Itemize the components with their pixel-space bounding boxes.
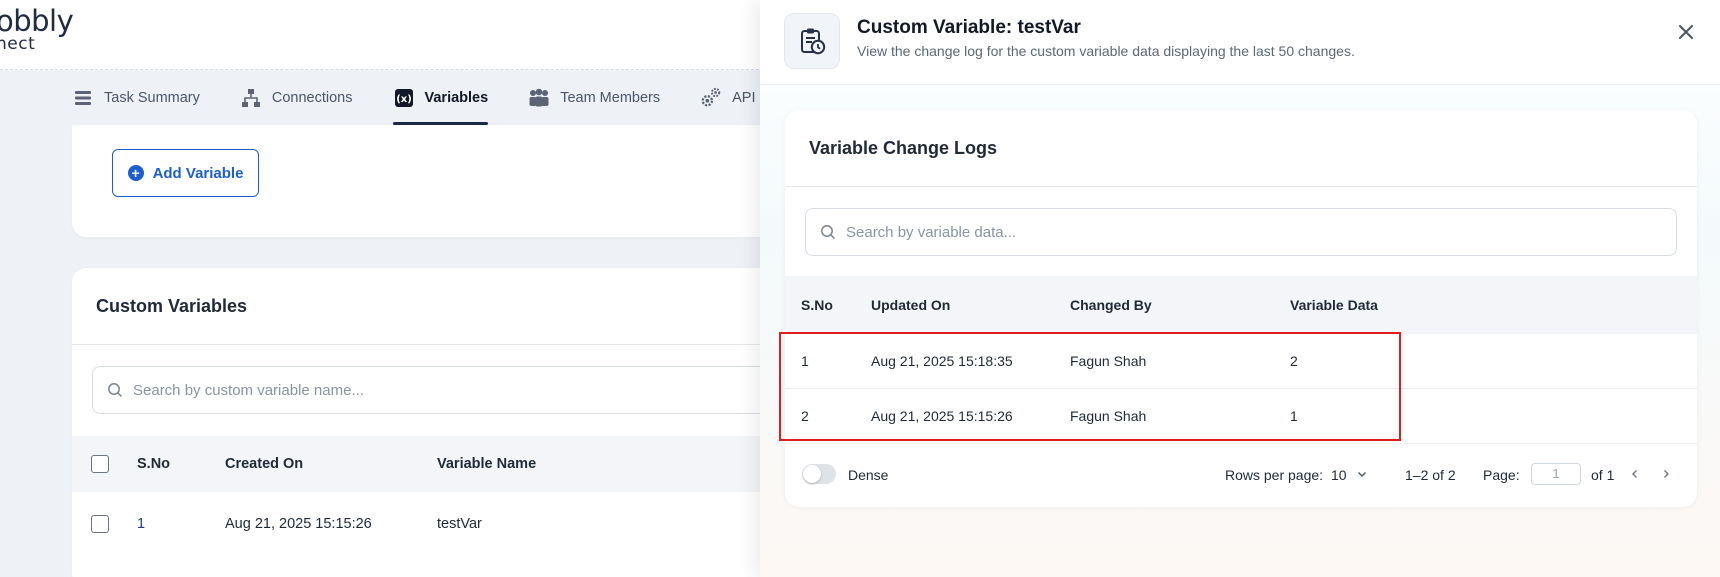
divider [785,186,1697,187]
column-header-sno: S.No [137,456,171,472]
custom-variables-card: Custom Variables Search by custom variab… [72,268,832,577]
pagination-range: 1–2 of 2 [1405,466,1456,483]
list-icon [72,87,94,109]
row-sno: 1 [137,516,146,532]
svg-text:(x): (x) [396,94,412,105]
team-icon [528,87,550,109]
change-log-drawer: Custom Variable: testVar View the change… [760,0,1720,577]
tab-label: Connections [271,89,353,106]
row-checkbox[interactable] [91,515,109,533]
tab-team-members[interactable]: Team Members [528,70,660,125]
tab-bar: Task Summary Connections (x) Variables T… [72,70,772,125]
chevron-left-icon[interactable] [1625,464,1645,484]
plus-circle-icon: + [127,165,144,181]
search-icon [821,225,836,240]
logo-line-1: obbly [0,4,74,38]
toggle-knob [803,465,821,483]
custom-variables-title: Custom Variables [96,296,248,316]
row-created-on: Aug 21, 2025 15:15:26 [225,516,372,532]
rows-per-page-select[interactable]: 10 [1331,467,1368,483]
select-all-checkbox[interactable] [91,455,109,473]
network-icon [240,87,262,109]
table-header: S.No Updated On Changed By Variable Data [785,276,1697,334]
tab-connections[interactable]: Connections [240,70,353,125]
chevron-down-icon [1358,471,1367,477]
row-variable-name[interactable]: testVar [437,516,482,532]
page-number-input[interactable]: 1 [1531,463,1581,485]
add-variable-button[interactable]: + Add Variable [112,149,259,197]
tab-label: API [732,89,756,106]
app-logo[interactable]: obbly nect [0,4,74,55]
tab-task-summary[interactable]: Task Summary [72,70,200,125]
highlight-box [779,332,1401,441]
rows-per-page-label: Rows per page: [1225,466,1324,483]
search-placeholder: Search by custom variable name... [133,381,364,399]
chevron-right-icon[interactable] [1656,464,1676,484]
tab-variables[interactable]: (x) Variables [392,70,489,125]
dense-toggle[interactable] [802,464,836,484]
page-label: Page: [1483,466,1520,483]
rows-per-page-value: 10 [1331,466,1347,483]
table-row[interactable]: 1 Aug 21, 2025 15:15:26 testVar [72,492,832,556]
search-icon [108,383,123,398]
logo-line-2: nect [0,34,36,55]
variable-icon: (x) [393,87,415,109]
tab-label: Team Members [560,89,661,106]
column-header-variable-data: Variable Data [1290,297,1378,313]
tab-api[interactable]: API [700,70,755,125]
close-icon[interactable] [1674,20,1698,44]
drawer-title: Custom Variable: testVar [857,17,1081,38]
dense-label: Dense [848,466,889,483]
column-header-created-on: Created On [225,456,304,472]
column-header-updated-on: Updated On [871,297,951,313]
column-header-sno: S.No [801,297,833,313]
column-header-variable-name: Variable Name [437,456,537,472]
drawer-subtitle: View the change log for the custom varia… [857,43,1355,59]
column-header-changed-by: Changed By [1070,297,1152,313]
tab-label: Variables [424,89,489,106]
search-placeholder: Search by variable data... [846,223,1017,241]
variable-change-logs-card: Variable Change Logs Search by variable … [785,110,1697,507]
table-footer: Dense Rows per page: 10 1–2 of 2 Page: 1… [785,442,1697,507]
page-total: of 1 [1591,466,1615,483]
table-header: S.No Created On Variable Name [72,436,832,492]
drawer-header: Custom Variable: testVar View the change… [760,0,1720,85]
gears-icon [700,87,722,109]
variable-data-search-input[interactable]: Search by variable data... [805,208,1677,256]
custom-variable-search-input[interactable]: Search by custom variable name... [92,366,832,414]
tab-label: Task Summary [104,89,200,106]
variables-actions-card: + Add Variable [72,125,832,237]
change-logs-title: Variable Change Logs [809,138,998,158]
clipboard-clock-icon [784,13,840,69]
add-variable-label: Add Variable [152,164,244,182]
divider [72,344,832,345]
